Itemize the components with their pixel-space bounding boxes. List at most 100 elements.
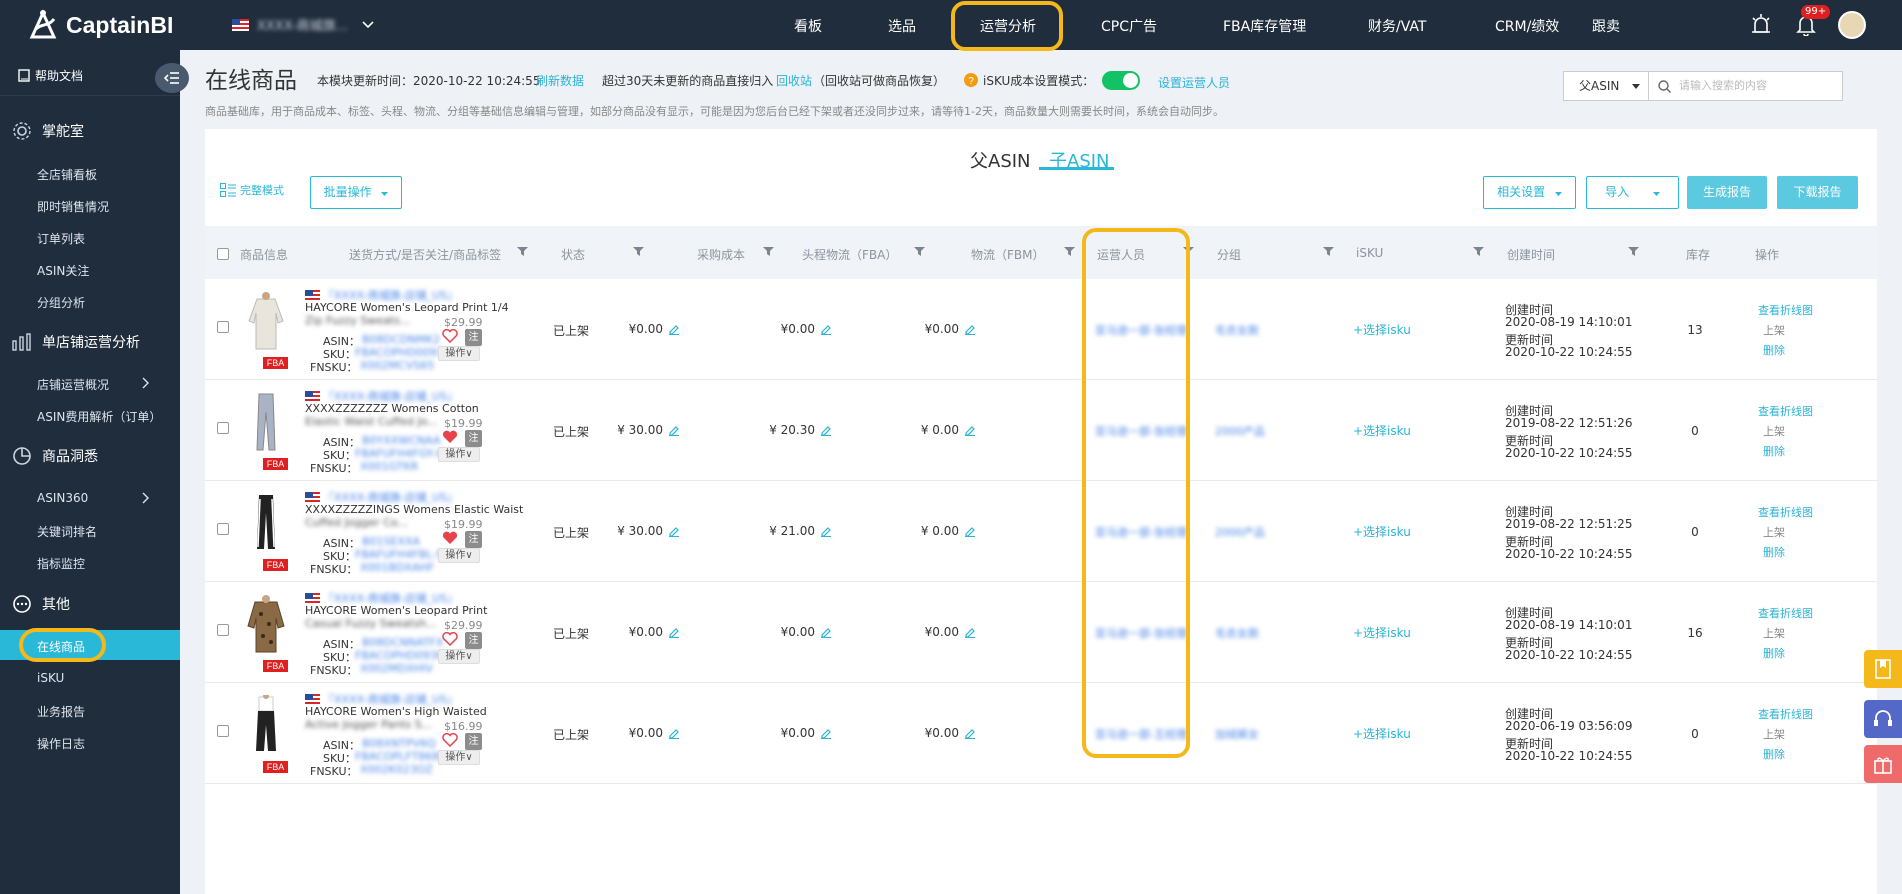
gift-float-button[interactable] [1864, 745, 1902, 783]
isku-mode-toggle[interactable] [1102, 71, 1140, 90]
select-isku-link[interactable]: +选择isku [1353, 321, 1411, 338]
product-title[interactable]: HAYCORE Women's High Waisted [305, 705, 487, 718]
full-mode-toggle[interactable]: 完整模式 [220, 182, 284, 198]
product-image[interactable] [247, 493, 285, 553]
filter-icon[interactable] [1628, 246, 1639, 257]
fnsku-value[interactable]: X002MCVS65 [360, 359, 434, 372]
edit-icon[interactable] [668, 323, 680, 335]
alarm-icon[interactable] [1750, 13, 1772, 35]
sidebar-item-group-analysis[interactable]: 分组分析 [37, 294, 85, 311]
product-ops-dropdown[interactable]: 操作∨ [438, 346, 480, 361]
download-report-button[interactable]: 下载报告 [1777, 176, 1858, 209]
edit-icon[interactable] [964, 626, 976, 638]
delete-link[interactable]: 删除 [1763, 544, 1785, 560]
nav-selection[interactable]: 选品 [888, 16, 916, 36]
select-isku-link[interactable]: +选择isku [1353, 624, 1411, 641]
sku-value[interactable]: FBAFUFH4FGY-XL [355, 447, 449, 460]
fbm-logistics[interactable]: ¥0.00 [925, 322, 976, 336]
edit-icon[interactable] [820, 424, 832, 436]
listing-status-action[interactable]: 上架 [1763, 625, 1785, 641]
edit-icon[interactable] [820, 727, 832, 739]
search-type-select[interactable]: 父ASIN [1563, 71, 1649, 101]
group[interactable]: 毛衣女款 [1215, 322, 1259, 338]
delete-link[interactable]: 删除 [1763, 746, 1785, 762]
search-input[interactable]: 请输入搜索的内容 [1648, 71, 1843, 101]
product-title-2[interactable]: Casual Fuzzy Sweatsh... [305, 617, 437, 630]
sidebar-item-store-overview[interactable]: 店铺运营概况 [37, 376, 109, 393]
sidebar-item-business-report[interactable]: 业务报告 [37, 703, 85, 720]
edit-icon[interactable] [668, 626, 680, 638]
sidebar-item-all-stores[interactable]: 全店铺看板 [37, 166, 97, 183]
related-settings-button[interactable]: 相关设置 [1483, 176, 1576, 209]
product-title[interactable]: HAYCORE Women's Leopard Print 1/4 [305, 301, 509, 314]
edit-icon[interactable] [964, 727, 976, 739]
listing-status-action[interactable]: 上架 [1763, 322, 1785, 338]
fnsku-value[interactable]: X002MDXHIV [360, 662, 433, 675]
asin-value[interactable]: B0YXXWCNAA [362, 434, 440, 447]
sidebar-item-operation-log[interactable]: 操作日志 [37, 735, 85, 752]
purchase-cost[interactable]: ¥0.00 [629, 726, 680, 740]
fbm-logistics[interactable]: ¥0.00 [925, 625, 976, 639]
edit-icon[interactable] [668, 727, 680, 739]
favorite-heart-icon[interactable] [442, 328, 458, 346]
note-button[interactable]: 注 [465, 733, 482, 750]
product-ops-dropdown[interactable]: 操作∨ [438, 447, 480, 462]
nav-cpc-ads[interactable]: CPC广告 [1101, 16, 1157, 36]
nav-crm[interactable]: CRM/绩效 [1495, 16, 1559, 36]
view-chart-link[interactable]: 查看折线图 [1758, 605, 1813, 621]
fbm-logistics[interactable]: ¥ 0.00 [921, 423, 976, 437]
select-isku-link[interactable]: +选择isku [1353, 422, 1411, 439]
asin-value[interactable]: B08DCNNATFX [362, 636, 443, 649]
purchase-cost[interactable]: ¥0.00 [629, 322, 680, 336]
sidebar-item-realtime-sales[interactable]: 即时销售情况 [37, 198, 109, 215]
delete-link[interactable]: 删除 [1763, 342, 1785, 358]
note-button[interactable]: 注 [465, 329, 482, 346]
product-ops-dropdown[interactable]: 操作∨ [438, 548, 480, 563]
avatar[interactable] [1838, 11, 1866, 39]
edit-icon[interactable] [820, 525, 832, 537]
fnsku-value[interactable]: X001GTKR [360, 460, 418, 473]
favorite-heart-icon[interactable] [442, 631, 458, 649]
logo[interactable]: CaptainBI [26, 9, 173, 41]
sidebar-section-insight[interactable]: 商品洞悉 [12, 446, 98, 466]
recycle-link[interactable]: 回收站 [776, 72, 812, 89]
filter-icon[interactable] [517, 246, 528, 257]
refresh-link[interactable]: 刷新数据 [536, 72, 584, 89]
generate-report-button[interactable]: 生成报告 [1687, 176, 1767, 209]
filter-icon[interactable] [763, 246, 774, 257]
edit-icon[interactable] [964, 525, 976, 537]
row-checkbox[interactable] [217, 321, 229, 333]
fbm-logistics[interactable]: ¥ 0.00 [921, 524, 976, 538]
listing-status-action[interactable]: 上架 [1763, 423, 1785, 439]
edit-icon[interactable] [668, 424, 680, 436]
delete-link[interactable]: 删除 [1763, 645, 1785, 661]
fnsku-value[interactable]: X002K023OZ [360, 763, 433, 776]
purchase-cost[interactable]: ¥0.00 [629, 625, 680, 639]
fba-logistics[interactable]: ¥0.00 [781, 726, 832, 740]
group[interactable]: 毛衣女款 [1215, 625, 1259, 641]
support-float-button[interactable] [1864, 700, 1902, 738]
sidebar-section-store-analysis[interactable]: 单店铺运营分析 [12, 332, 140, 352]
fnsku-value[interactable]: X001BDXAHF [360, 561, 434, 574]
favorite-heart-icon[interactable] [442, 430, 458, 447]
asin-value[interactable]: B08XNTPV6Q [362, 737, 436, 750]
view-chart-link[interactable]: 查看折线图 [1758, 403, 1813, 419]
note-button[interactable]: 注 [465, 430, 482, 447]
help-icon[interactable]: ? [964, 73, 978, 87]
row-checkbox[interactable] [217, 422, 229, 434]
filter-icon[interactable] [1064, 246, 1075, 257]
edit-icon[interactable] [820, 323, 832, 335]
product-ops-dropdown[interactable]: 操作∨ [438, 649, 480, 664]
nav-fba-inventory[interactable]: FBA库存管理 [1223, 16, 1306, 36]
sidebar-item-asin360[interactable]: ASIN360 [37, 491, 88, 505]
product-image[interactable] [247, 693, 285, 755]
nav-finance-vat[interactable]: 财务/VAT [1368, 16, 1426, 36]
import-button[interactable]: 导入 [1586, 176, 1679, 209]
help-docs[interactable]: 帮助文档 [18, 67, 83, 84]
product-title-2[interactable]: Cuffed Jogger Co... [305, 516, 408, 529]
batch-operation-button[interactable]: 批量操作 [310, 176, 402, 209]
filter-icon[interactable] [1323, 246, 1334, 257]
select-isku-link[interactable]: +选择isku [1353, 725, 1411, 742]
view-chart-link[interactable]: 查看折线图 [1758, 504, 1813, 520]
nav-follow-sell[interactable]: 跟卖 [1592, 16, 1620, 36]
